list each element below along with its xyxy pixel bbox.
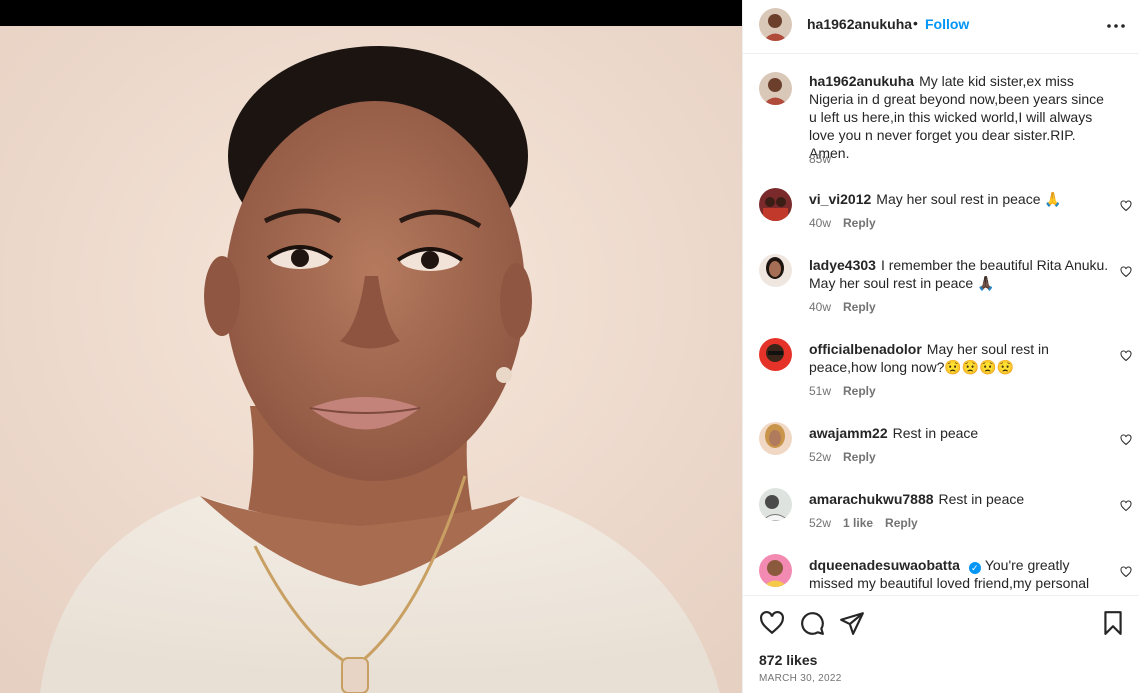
follow-button[interactable]: Follow bbox=[925, 16, 969, 32]
likes-count[interactable]: 872 likes bbox=[759, 652, 817, 668]
more-horizontal-icon[interactable] bbox=[1104, 14, 1128, 38]
caption-username[interactable]: ha1962anukuha bbox=[809, 73, 914, 89]
portrait-image bbox=[0, 26, 742, 693]
share-icon[interactable] bbox=[839, 610, 865, 636]
photo-top-bar bbox=[0, 0, 742, 26]
like-comment-heart-icon[interactable] bbox=[1120, 434, 1132, 446]
comment-text: Rest in peace bbox=[938, 491, 1025, 507]
comment-username[interactable]: dqueenadesuwaobatta bbox=[809, 557, 960, 573]
separator-dot: • bbox=[913, 15, 918, 31]
post-side-panel: ha1962anukuha • Follow ha1962anukuha My l… bbox=[742, 0, 1139, 693]
comments-list[interactable]: ha1962anukuha My late kid sister,ex miss … bbox=[743, 54, 1139, 595]
reply-button[interactable]: Reply bbox=[885, 516, 918, 530]
like-comment-heart-icon[interactable] bbox=[1120, 350, 1132, 362]
comment-age: 52w bbox=[809, 450, 832, 464]
comment-username[interactable]: ladye4303 bbox=[809, 257, 876, 273]
commenter-avatar[interactable] bbox=[759, 254, 792, 287]
comment-age: 51w bbox=[809, 384, 832, 398]
comment-meta: 51w Reply bbox=[809, 384, 888, 398]
author-username[interactable]: ha1962anukuha bbox=[807, 16, 912, 32]
comment-age: 52w bbox=[809, 516, 832, 530]
comment-age: 40w bbox=[809, 216, 832, 230]
comment-meta: 52w 1 like Reply bbox=[809, 516, 930, 530]
caption-avatar[interactable] bbox=[759, 72, 792, 105]
comment-text-block: dqueenadesuwaobatta ✓ You're greatly miss… bbox=[809, 556, 1109, 595]
caption-text-block: ha1962anukuha My late kid sister,ex miss … bbox=[809, 72, 1109, 162]
comment-text-block: amarachukwu7888 Rest in peace bbox=[809, 490, 1109, 508]
comment-username[interactable]: vi_vi2012 bbox=[809, 191, 871, 207]
comment-username[interactable]: amarachukwu7888 bbox=[809, 491, 934, 507]
comment-text-block: vi_vi2012 May her soul rest in peace 🙏 bbox=[809, 190, 1109, 208]
bookmark-icon[interactable] bbox=[1100, 610, 1126, 636]
like-comment-heart-icon[interactable] bbox=[1120, 566, 1132, 578]
post-actions: 872 likes MARCH 30, 2022 bbox=[743, 595, 1139, 693]
like-comment-heart-icon[interactable] bbox=[1120, 500, 1132, 512]
heart-icon[interactable] bbox=[759, 610, 785, 636]
comment-username[interactable]: officialbenadolor bbox=[809, 341, 922, 357]
reply-button[interactable]: Reply bbox=[843, 216, 876, 230]
comment-text: Rest in peace bbox=[892, 425, 979, 441]
comment-meta: 52w Reply bbox=[809, 450, 888, 464]
comment-likes-count[interactable]: 1 like bbox=[843, 516, 873, 530]
reply-button[interactable]: Reply bbox=[843, 384, 876, 398]
comment-text: May her soul rest in peace 🙏 bbox=[876, 191, 1062, 207]
post-date[interactable]: MARCH 30, 2022 bbox=[759, 673, 842, 684]
reply-button[interactable]: Reply bbox=[843, 300, 876, 314]
like-comment-heart-icon[interactable] bbox=[1120, 266, 1132, 278]
commenter-avatar[interactable] bbox=[759, 554, 792, 587]
comment-icon[interactable] bbox=[799, 610, 825, 636]
caption-meta: 85w bbox=[809, 152, 843, 166]
post-header: ha1962anukuha • Follow bbox=[743, 0, 1139, 54]
comment-age: 40w bbox=[809, 300, 832, 314]
like-comment-heart-icon[interactable] bbox=[1120, 200, 1132, 212]
comment-username[interactable]: awajamm22 bbox=[809, 425, 888, 441]
commenter-avatar[interactable] bbox=[759, 338, 792, 371]
comment-meta: 40w Reply bbox=[809, 216, 888, 230]
reply-button[interactable]: Reply bbox=[843, 450, 876, 464]
comment-text-block: ladye4303 I remember the beautiful Rita A… bbox=[809, 256, 1109, 292]
caption-age: 85w bbox=[809, 152, 832, 166]
comment-meta: 40w Reply bbox=[809, 300, 888, 314]
commenter-avatar[interactable] bbox=[759, 188, 792, 221]
post-photo[interactable] bbox=[0, 0, 742, 693]
verified-badge-icon: ✓ bbox=[968, 562, 981, 574]
comment-text-block: officialbenadolor May her soul rest in pe… bbox=[809, 340, 1109, 376]
comment-text-block: awajamm22 Rest in peace bbox=[809, 424, 1109, 442]
author-avatar[interactable] bbox=[759, 8, 792, 41]
commenter-avatar[interactable] bbox=[759, 422, 792, 455]
commenter-avatar[interactable] bbox=[759, 488, 792, 521]
